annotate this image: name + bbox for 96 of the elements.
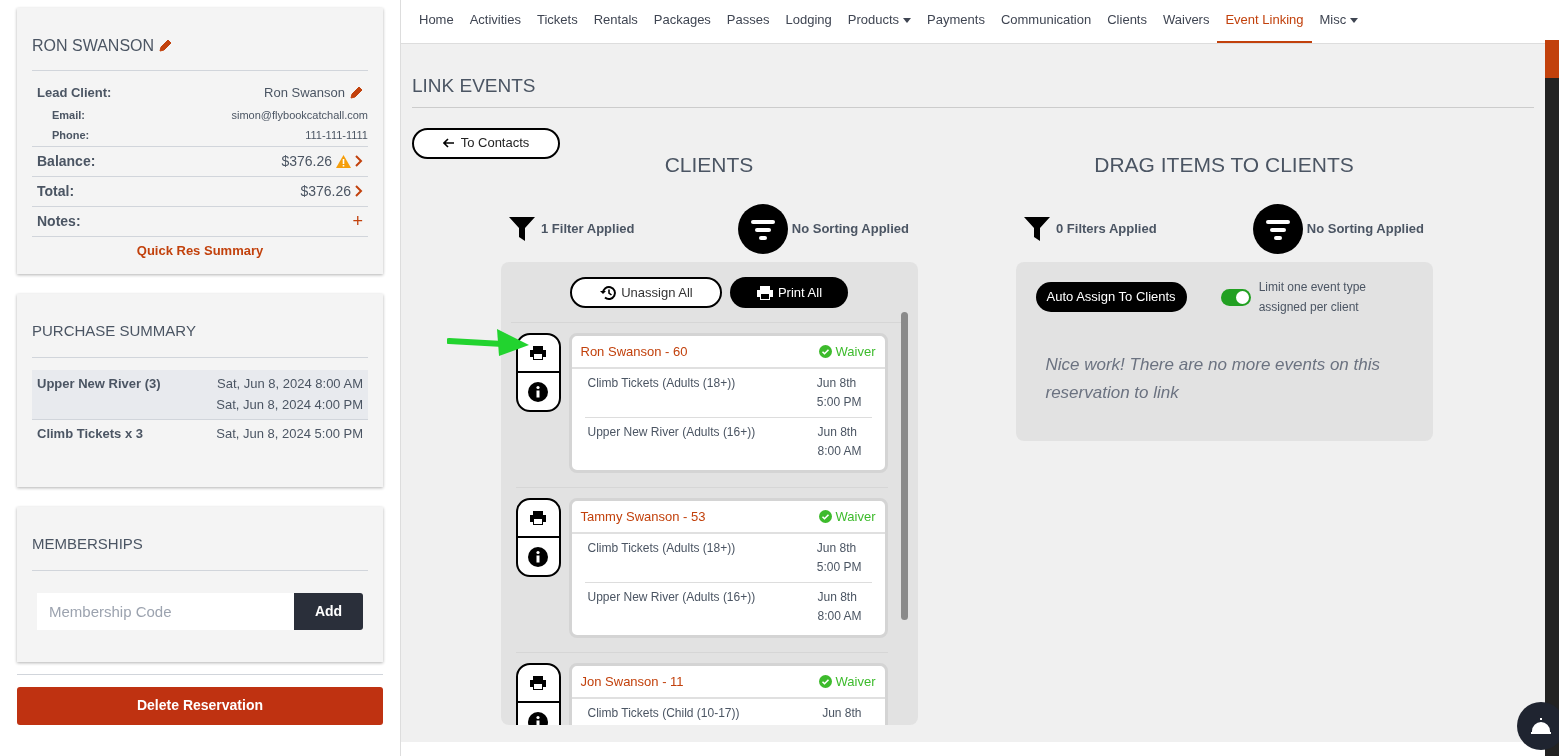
item-name: Upper New River (3) [37,374,161,393]
field-value: $376.26 [281,151,332,171]
section-title: CLIENTS [663,151,755,178]
printer-icon [529,675,547,691]
client-name: Ron Swanson - 60 [580,342,688,361]
printer-icon [529,345,547,361]
event-time: 8:00 AM [817,608,862,625]
toggle-label: Limit one event type assigned per client [1258,279,1368,316]
card-title: MEMBERSHIPS [32,533,368,571]
caret-down-icon [1350,17,1359,23]
caret-down-icon [903,17,912,23]
sort-icon [1252,204,1303,254]
limit-toggle[interactable] [1220,288,1251,306]
add-button[interactable]: Add [294,592,363,630]
event-date: Jun 8th [816,375,857,392]
field-value: simon@flybookcatchall.com [231,107,368,123]
check-circle-icon [818,675,832,688]
field-value: $376.26 [300,181,351,201]
delete-reservation-button[interactable]: Delete Reservation [17,686,383,725]
bell-icon [1530,717,1552,735]
history-icon [599,284,618,301]
event-time: 5:00 PM [816,394,862,411]
filter-button[interactable]: 0 Filters Applied [1024,217,1157,241]
info-icon [528,381,548,402]
event-name: Climb Tickets (Adults (18+)) [587,540,736,557]
item-name: Climb Tickets x 3 [37,424,143,443]
auto-assign-button[interactable]: Auto Assign To Clients [1035,282,1187,312]
card-title: PURCHASE SUMMARY [32,320,368,358]
waiver-status: Waiver [818,671,876,692]
nav-tab[interactable]: Home [411,0,462,43]
field-label: Notes: [37,211,81,231]
pencil-icon [158,39,173,53]
card-title: RON SWANSON [32,36,155,56]
unassign-all-button[interactable]: Unassign All [570,277,722,308]
event-date: Jun 8th [816,540,857,557]
printer-icon [529,510,547,526]
field-label: Lead Client: [37,84,112,102]
membership-code-field[interactable]: Membership Code [37,592,294,630]
waiver-status: Waiver [818,506,876,527]
to-contacts-button[interactable]: To Contacts [412,127,560,159]
field-label: Phone: [52,128,90,143]
item-time: Sat, Jun 8, 2024 4:00 PM [216,396,363,414]
nav-tab[interactable]: Packages [645,0,719,43]
event-name: Upper New River (Adults (16+)) [587,424,756,441]
event-name: Climb Tickets (Child (10-17)) [587,705,740,722]
pencil-icon [349,85,363,100]
nav-tab[interactable]: Misc [1311,0,1367,43]
event-time: 8:00 AM [817,443,862,460]
event-time: 5:00 PM [816,559,862,576]
nav-tab[interactable]: Lodging [777,0,840,43]
section-title: DRAG ITEMS TO CLIENTS [1093,151,1355,178]
nav-tab[interactable]: Products [839,0,920,43]
page-title: LINK EVENTS [412,44,1534,108]
nav-tab[interactable]: Payments [919,0,993,43]
filter-icon [1024,217,1050,241]
item-time: Sat, Jun 8, 2024 5:00 PM [216,424,363,443]
event-name: Climb Tickets (Adults (18+)) [587,375,736,392]
event-date: Jun 8th [822,705,862,722]
scrollbar[interactable] [900,312,908,620]
field-label: Balance: [37,151,96,171]
nav-tab[interactable]: Rentals [585,0,646,43]
nav-tab[interactable]: Tickets [529,0,586,43]
field-value: Ron Swanson [264,84,345,102]
filter-button[interactable]: 1 Filter Applied [509,217,635,241]
waiver-status: Waiver [818,341,876,362]
arrow-left-icon [442,138,455,148]
chevron-right-icon [355,155,363,167]
check-circle-icon [818,345,832,358]
add-note-button[interactable]: + [352,212,363,230]
nav-tab[interactable]: Communication [992,0,1100,43]
client-name: Tammy Swanson - 53 [580,507,706,526]
field-label: Total: [37,181,75,201]
sort-icon [737,204,788,254]
event-name: Upper New River (Adults (16+)) [587,589,756,606]
quick-res-summary-link[interactable]: Quick Res Summary [136,240,264,260]
item-time: Sat, Jun 8, 2024 8:00 AM [217,374,363,393]
field-label: Email: [52,107,85,123]
event-date: Jun 8th [817,424,857,441]
print-all-button[interactable]: Print All [730,277,848,308]
nav-tab[interactable]: Passes [718,0,778,43]
field-value: 111-111-1111 [305,128,368,143]
sort-button[interactable]: No Sorting Applied [737,204,909,254]
nav-tab[interactable]: Activities [461,0,529,43]
check-circle-icon [818,510,832,523]
info-icon [528,546,548,567]
event-date: Jun 8th [817,589,857,606]
chevron-right-icon [355,185,363,197]
warning-icon [336,154,351,168]
sort-button[interactable]: No Sorting Applied [1252,204,1424,254]
nav-tab[interactable]: Event Linking [1217,0,1312,43]
filter-icon [509,217,535,241]
empty-message: Nice work! There are no more events on this reservation to link [1044,354,1381,404]
nav-tab[interactable]: Waivers [1155,0,1218,43]
printer-icon [755,284,774,301]
nav-tab[interactable]: Clients [1099,0,1155,43]
client-name: Jon Swanson - 11 [580,672,684,691]
